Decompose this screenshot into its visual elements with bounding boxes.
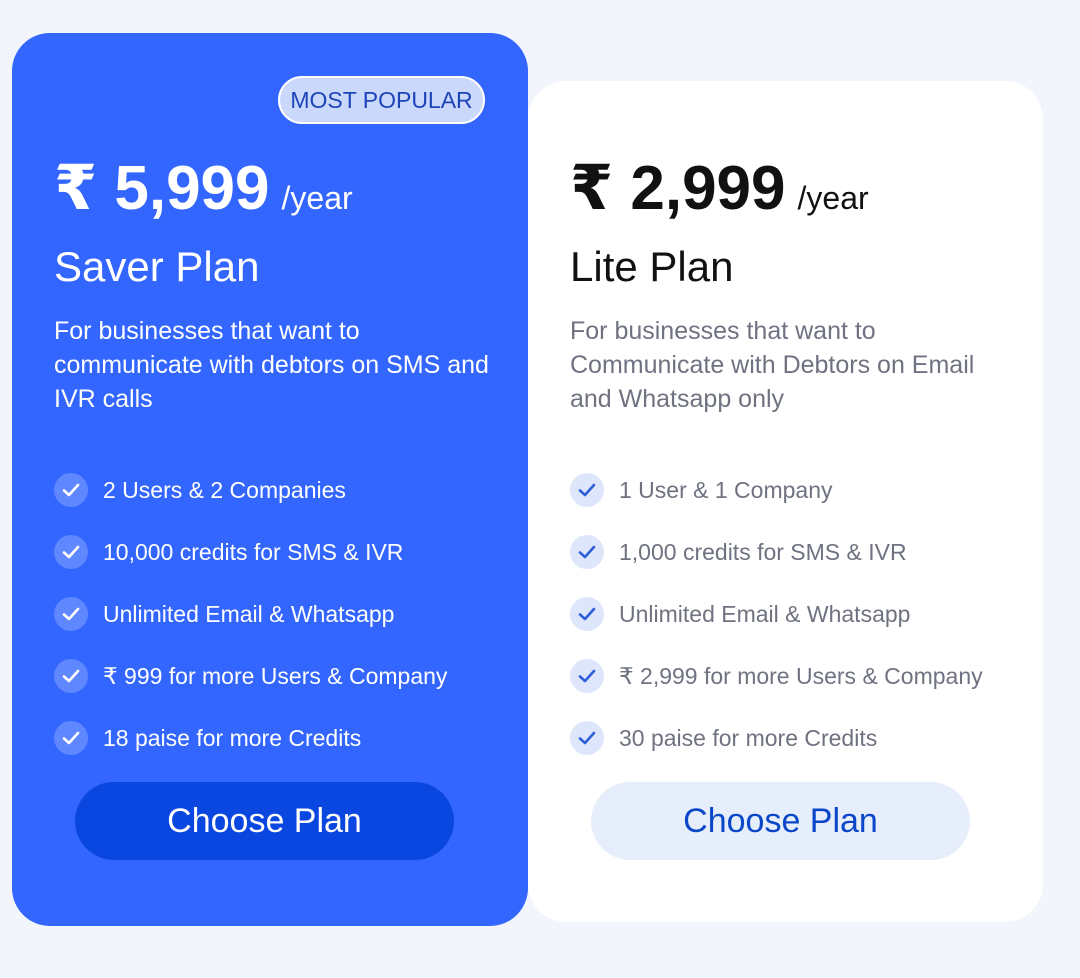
plan-description: For businesses that want to Communicate …: [570, 317, 975, 413]
price-row: ₹ 2,999/year: [570, 151, 869, 224]
plan-price: ₹ 5,999: [54, 154, 270, 223]
feature-list: 2 Users & 2 Companies 10,000 credits for…: [54, 473, 447, 783]
most-popular-badge: MOST POPULAR: [278, 76, 485, 124]
feature-item: 18 paise for more Credits: [54, 721, 447, 783]
price-period: /year: [281, 180, 353, 216]
feature-text: 2 Users & 2 Companies: [103, 477, 346, 503]
choose-plan-button-lite[interactable]: Choose Plan: [591, 782, 970, 860]
plan-card-saver: MOST POPULAR ₹ 5,999/year Saver Plan For…: [12, 33, 528, 926]
check-icon: [570, 721, 604, 755]
check-icon: [54, 659, 88, 693]
feature-text: Unlimited Email & Whatsapp: [103, 601, 395, 627]
feature-text: 10,000 credits for SMS & IVR: [103, 539, 404, 565]
feature-item: ₹ 2,999 for more Users & Company: [570, 659, 983, 721]
feature-text: 1,000 credits for SMS & IVR: [619, 539, 907, 565]
check-icon: [570, 473, 604, 507]
check-icon: [570, 659, 604, 693]
feature-item: 30 paise for more Credits: [570, 721, 983, 783]
feature-item: 1 User & 1 Company: [570, 473, 983, 535]
feature-text: 1 User & 1 Company: [619, 477, 833, 503]
feature-item: ₹ 999 for more Users & Company: [54, 659, 447, 721]
price-row: ₹ 5,999/year: [54, 151, 353, 224]
check-icon: [54, 535, 88, 569]
check-icon: [54, 473, 88, 507]
check-icon: [570, 597, 604, 631]
plan-name: Saver Plan: [54, 243, 260, 290]
feature-text: ₹ 2,999 for more Users & Company: [619, 663, 983, 689]
price-period: /year: [797, 180, 869, 216]
feature-item: 1,000 credits for SMS & IVR: [570, 535, 983, 597]
check-icon: [54, 721, 88, 755]
feature-text: 30 paise for more Credits: [619, 725, 878, 751]
check-icon: [54, 597, 88, 631]
feature-item: Unlimited Email & Whatsapp: [54, 597, 447, 659]
plan-description: For businesses that want to communicate …: [54, 317, 489, 413]
feature-list: 1 User & 1 Company 1,000 credits for SMS…: [570, 473, 983, 783]
feature-item: 10,000 credits for SMS & IVR: [54, 535, 447, 597]
check-icon: [570, 535, 604, 569]
plan-price: ₹ 2,999: [570, 154, 786, 223]
feature-item: Unlimited Email & Whatsapp: [570, 597, 983, 659]
choose-plan-button-saver[interactable]: Choose Plan: [75, 782, 454, 860]
plan-name: Lite Plan: [570, 243, 734, 290]
plan-card-lite: ₹ 2,999/year Lite Plan For businesses th…: [528, 81, 1043, 922]
feature-text: Unlimited Email & Whatsapp: [619, 601, 911, 627]
feature-text: ₹ 999 for more Users & Company: [103, 663, 448, 689]
feature-text: 18 paise for more Credits: [103, 725, 362, 751]
feature-item: 2 Users & 2 Companies: [54, 473, 447, 535]
